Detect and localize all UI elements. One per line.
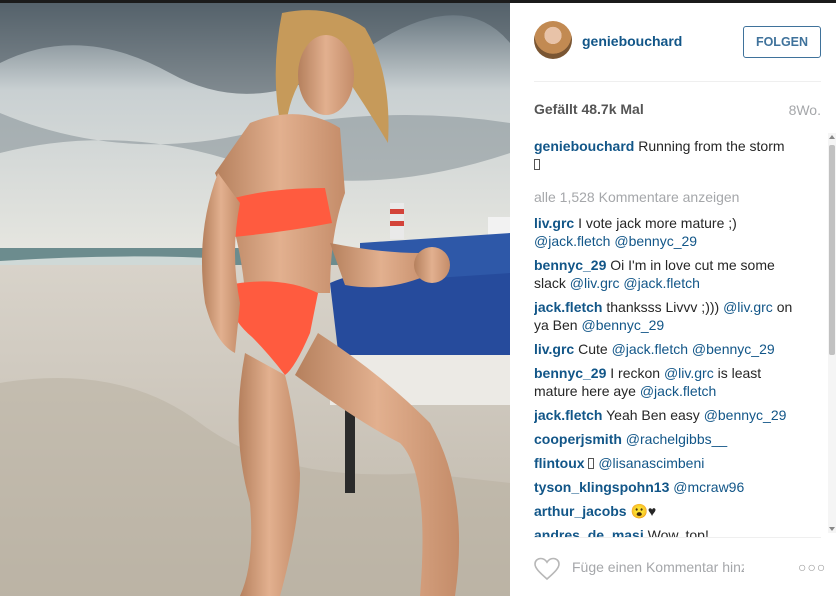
comment-username-link[interactable]: bennyc_29 <box>534 257 606 273</box>
comments-list[interactable]: geniebouchard Running from the storm all… <box>534 137 806 537</box>
unrendered-emoji-icon <box>534 159 540 170</box>
comment-item: flintoux @lisanascimbeni <box>534 454 806 472</box>
mention-link[interactable]: @bennyc_29 <box>704 407 787 423</box>
mention-link[interactable]: @liv.grc <box>723 299 773 315</box>
mention-link[interactable]: @lisanascimbeni <box>598 455 704 471</box>
post-sidebar: geniebouchard FOLGEN Gefällt 48.7k Mal 8… <box>510 3 836 596</box>
comment-username-link[interactable]: liv.grc <box>534 341 574 357</box>
scroll-up-arrow-icon[interactable] <box>829 135 835 139</box>
comment-item: jack.fletch Yeah Ben easy @bennyc_29 <box>534 406 806 424</box>
comment-item: bennyc_29 Oi I'm in love cut me some sla… <box>534 256 806 292</box>
mention-link[interactable]: @jack.fletch <box>640 383 716 399</box>
comments-scrollbar[interactable] <box>828 133 836 533</box>
header-divider <box>534 81 821 82</box>
post-photo[interactable] <box>0 3 510 596</box>
comment-username-link[interactable]: liv.grc <box>534 215 574 231</box>
comment-text: I reckon <box>610 365 664 381</box>
comment-text: 😮♥ <box>630 503 657 519</box>
comment-item: tyson_klingspohn13 @mcraw96 <box>534 478 806 496</box>
comment-items: liv.grc I vote jack more mature ;) @jack… <box>534 214 806 537</box>
mention-link[interactable]: @bennyc_29 <box>614 233 697 249</box>
comment-item: jack.fletch thanksss Livvv ;))) @liv.grc… <box>534 298 806 334</box>
comment-username-link[interactable]: jack.fletch <box>534 407 602 423</box>
comment-text: I vote jack more mature ;) <box>578 215 737 231</box>
mention-link[interactable]: @rachelgibbs__ <box>626 431 727 447</box>
comment-text: Wow, top! <box>647 527 709 537</box>
comment-item: liv.grc I vote jack more mature ;) @jack… <box>534 214 806 250</box>
comment-item: arthur_jacobs 😮♥ <box>534 502 806 520</box>
mention-link[interactable]: @bennyc_29 <box>581 317 664 333</box>
username-link[interactable]: geniebouchard <box>582 33 682 49</box>
caption-text: Running from the storm <box>638 138 785 154</box>
comment-username-link[interactable]: cooperjsmith <box>534 431 622 447</box>
follow-button[interactable]: FOLGEN <box>743 26 821 58</box>
comment-username-link[interactable]: flintoux <box>534 455 585 471</box>
post-footer: ○○○ <box>510 537 836 596</box>
scrollbar-thumb[interactable] <box>829 145 835 355</box>
comment-item: liv.grc Cute @jack.fletch @bennyc_29 <box>534 340 806 358</box>
comment-username-link[interactable]: jack.fletch <box>534 299 602 315</box>
mention-link[interactable]: @mcraw96 <box>673 479 744 495</box>
more-dots-icon[interactable]: ○○○ <box>798 559 826 575</box>
load-more-comments-link[interactable]: alle 1,528 Kommentare anzeigen <box>534 188 806 206</box>
post-age[interactable]: 8Wo. <box>789 102 821 118</box>
likes-count[interactable]: Gefällt 48.7k Mal <box>534 101 644 117</box>
scroll-down-arrow-icon[interactable] <box>829 527 835 531</box>
comment-text: Cute <box>578 341 612 357</box>
mention-link[interactable]: @liv.grc <box>664 365 714 381</box>
comment-item: cooperjsmith @rachelgibbs__ <box>534 430 806 448</box>
mention-link[interactable]: @bennyc_29 <box>692 341 775 357</box>
comment-username-link[interactable]: andres_de_masi <box>534 527 644 537</box>
avatar[interactable] <box>534 21 572 59</box>
mention-link[interactable]: @jack.fletch <box>612 341 688 357</box>
caption: geniebouchard Running from the storm <box>534 137 806 173</box>
mention-link[interactable]: @jack.fletch <box>623 275 699 291</box>
comment-item: andres_de_masi Wow, top! <box>534 526 806 537</box>
comment-text: thanksss Livvv ;))) <box>606 299 724 315</box>
post-header: geniebouchard FOLGEN <box>510 3 836 81</box>
comment-item: bennyc_29 I reckon @liv.grc is least mat… <box>534 364 806 400</box>
beach-photo-illustration <box>0 3 510 596</box>
mention-link[interactable]: @jack.fletch <box>534 233 610 249</box>
mention-link[interactable]: @liv.grc <box>570 275 620 291</box>
comment-username-link[interactable]: bennyc_29 <box>534 365 606 381</box>
comment-username-link[interactable]: tyson_klingspohn13 <box>534 479 669 495</box>
caption-username-link[interactable]: geniebouchard <box>534 138 634 154</box>
comment-text: Yeah Ben easy <box>606 407 704 423</box>
comment-username-link[interactable]: arthur_jacobs <box>534 503 627 519</box>
comment-input[interactable] <box>572 559 744 575</box>
heart-outline-icon[interactable] <box>534 557 560 581</box>
